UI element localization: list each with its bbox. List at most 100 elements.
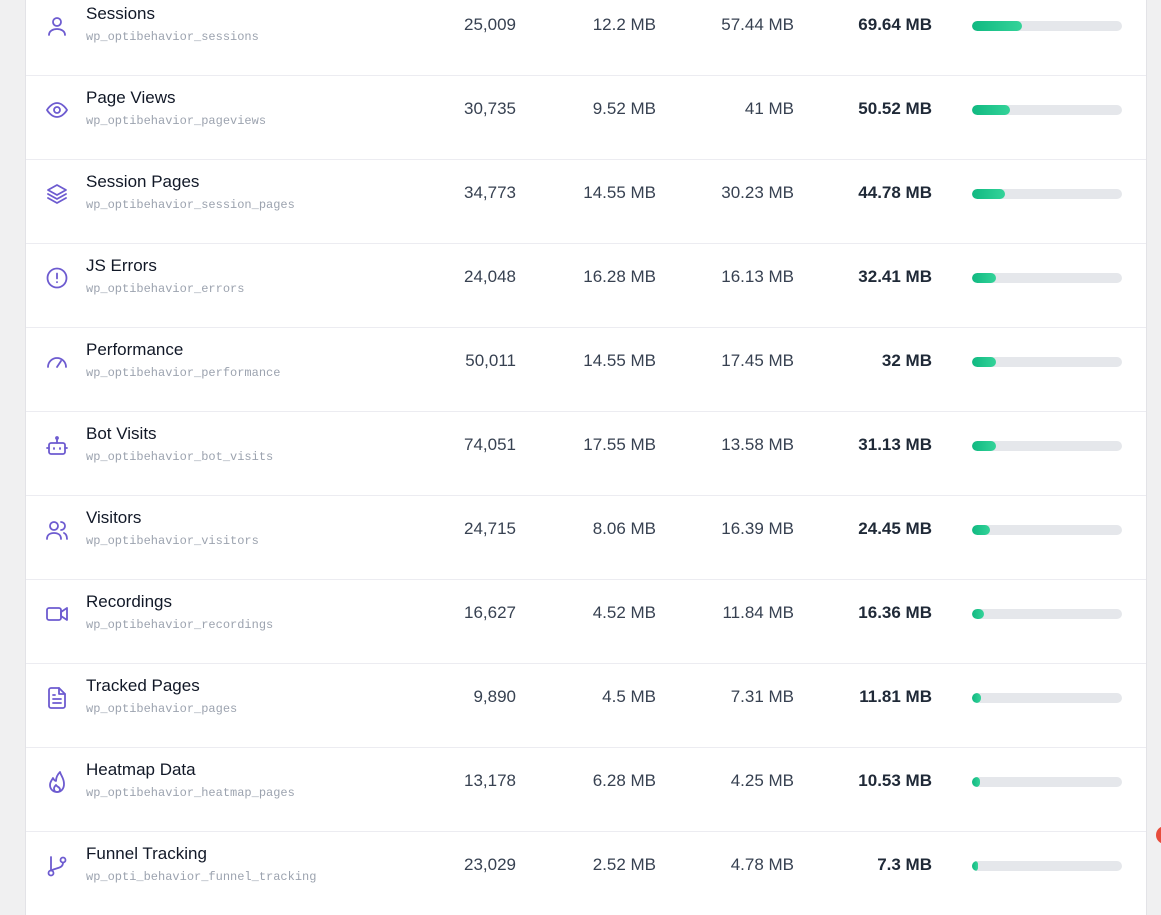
total-size: 32 MB [881,351,932,370]
table-row: Funnel Tracking wp_opti_behavior_funnel_t… [26,832,1146,915]
table-row: Heatmap Data wp_optibehavior_heatmap_page… [26,748,1146,832]
size-share-bar-fill [972,861,978,871]
index-size: 4.25 MB [730,771,794,790]
video-icon [45,602,69,626]
user-icon [45,14,69,38]
row-count: 24,715 [464,519,516,538]
index-size: 7.31 MB [730,687,794,706]
data-size: 6.28 MB [592,771,656,790]
data-size: 4.5 MB [602,687,656,706]
index-size: 57.44 MB [721,15,794,34]
total-size: 7.3 MB [877,855,932,874]
table-label: JS Errors [86,256,157,275]
row-count: 50,011 [465,351,516,370]
file-text-icon [45,686,69,710]
size-share-bar [972,273,1122,283]
index-size: 41 MB [744,99,794,118]
row-count: 24,048 [464,267,516,286]
size-share-bar-fill [972,609,984,619]
index-size: 16.39 MB [721,519,794,538]
row-count: 25,009 [464,15,516,34]
row-count: 30,735 [464,99,516,118]
table-db-name: wp_optibehavior_errors [86,282,245,296]
table-db-name: wp_optibehavior_pageviews [86,114,267,128]
data-size: 2.52 MB [592,855,656,874]
table-db-name: wp_optibehavior_pages [86,702,238,716]
data-size: 9.52 MB [592,99,656,118]
index-size: 4.78 MB [730,855,794,874]
bot-icon [45,434,69,458]
size-share-bar-fill [972,189,1005,199]
table-label: Session Pages [86,172,200,191]
row-count: 9,890 [473,687,516,706]
row-count: 13,178 [464,771,516,790]
table-db-name: wp_optibehavior_visitors [86,534,259,548]
size-share-bar [972,21,1122,31]
database-tables-panel: Sessions wp_optibehavior_sessions 25,009 12… [25,0,1147,915]
row-count: 34,773 [464,183,516,202]
table-db-name: wp_optibehavior_sessions [86,30,259,44]
table-row: Page Views wp_optibehavior_pageviews 30,73… [26,76,1146,160]
data-size: 12.2 MB [592,15,656,34]
row-count: 74,051 [464,435,516,454]
data-size: 14.55 MB [583,183,656,202]
table-row: JS Errors wp_optibehavior_errors 24,048 16.… [26,244,1146,328]
table-row: Bot Visits wp_optibehavior_bot_visits 74,0… [26,412,1146,496]
size-share-bar [972,525,1122,535]
total-size: 24.45 MB [858,519,932,538]
total-size: 11.81 MB [859,687,932,706]
row-count: 16,627 [464,603,516,622]
alert-circle-icon [45,266,69,290]
table-db-name: wp_optibehavior_session_pages [86,198,295,212]
index-size: 16.13 MB [721,267,794,286]
table-label: Bot Visits [86,424,157,443]
table-label: Visitors [86,508,142,527]
total-size: 32.41 MB [858,267,932,286]
table-db-name: wp_optibehavior_heatmap_pages [86,786,295,800]
size-share-bar [972,441,1122,451]
size-share-bar-fill [972,21,1022,31]
size-share-bar [972,693,1122,703]
size-share-bar [972,105,1122,115]
size-share-bar-fill [972,357,996,367]
table-label: Performance [86,340,184,359]
total-size: 44.78 MB [858,183,932,202]
total-size: 50.52 MB [858,99,932,118]
index-size: 17.45 MB [721,351,794,370]
size-share-bar [972,609,1122,619]
size-share-bar-fill [972,525,990,535]
index-size: 11.84 MB [722,603,794,622]
git-branch-icon [45,854,69,878]
size-share-bar [972,357,1122,367]
total-size: 10.53 MB [858,771,932,790]
index-size: 30.23 MB [721,183,794,202]
table-label: Page Views [86,88,176,107]
size-share-bar [972,777,1122,787]
size-share-bar-fill [972,693,981,703]
users-icon [45,518,69,542]
table-label: Recordings [86,592,172,611]
table-row: Sessions wp_optibehavior_sessions 25,009 12… [26,0,1146,76]
flame-icon [45,770,69,794]
table-row: Tracked Pages wp_optibehavior_pages 9,890 4… [26,664,1146,748]
size-share-bar-fill [972,105,1010,115]
size-share-bar-fill [972,273,996,283]
data-size: 8.06 MB [592,519,656,538]
table-db-name: wp_optibehavior_recordings [86,618,274,632]
size-share-bar [972,861,1122,871]
row-count: 23,029 [464,855,516,874]
table-label: Tracked Pages [86,676,200,695]
data-size: 17.55 MB [583,435,656,454]
size-share-bar-fill [972,777,980,787]
table-row: Session Pages wp_optibehavior_session_pag… [26,160,1146,244]
index-size: 13.58 MB [721,435,794,454]
data-size: 14.55 MB [583,351,656,370]
notification-badge[interactable] [1156,826,1161,844]
total-size: 31.13 MB [858,435,932,454]
table-db-name: wp_optibehavior_bot_visits [86,450,274,464]
total-size: 16.36 MB [858,603,932,622]
size-share-bar [972,189,1122,199]
table-label: Sessions [86,4,155,23]
total-size: 69.64 MB [858,15,932,34]
table-db-name: wp_optibehavior_performance [86,366,281,380]
